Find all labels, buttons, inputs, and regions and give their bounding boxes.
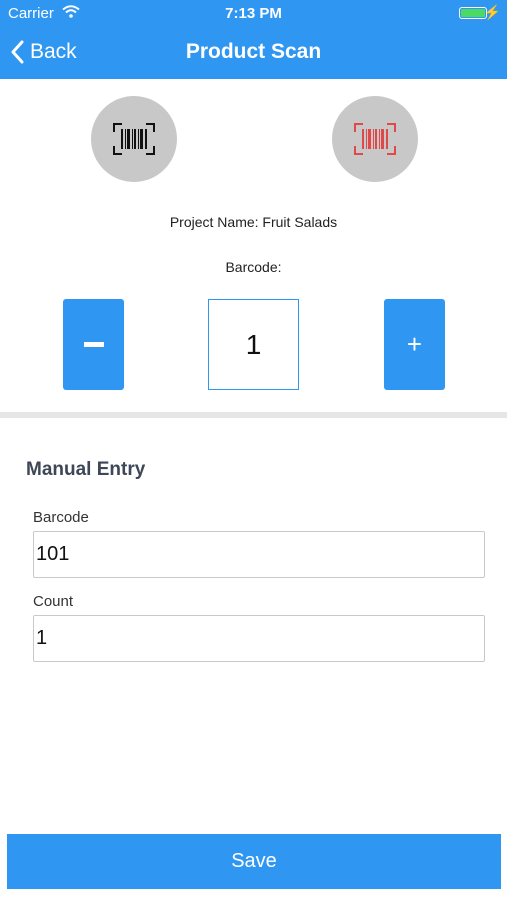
minus-icon [83,341,104,347]
nav-bar: Back Product Scan [0,26,507,79]
barcode-label: Barcode: [225,259,282,275]
manual-entry-title: Manual Entry [26,459,146,480]
barcode-scan-red-icon [354,123,396,155]
page-title: Product Scan [185,40,322,63]
increment-button[interactable]: + [384,299,445,390]
count-input[interactable] [33,615,485,662]
quantity-display[interactable]: 1 [208,299,299,390]
section-divider [0,412,507,418]
barcode-input[interactable] [33,531,485,578]
save-button[interactable]: Save [7,834,501,889]
barcode-field-label: Barcode [33,509,89,526]
scan-barcode-alt-button[interactable] [332,96,418,182]
count-field-label: Count [33,593,74,610]
scan-barcode-button[interactable] [91,96,177,182]
status-bar: Carrier 7:13 PM ⚡ [0,0,507,26]
decrement-button[interactable] [63,299,124,390]
charging-icon: ⚡ [483,4,501,20]
barcode-scan-icon [113,123,155,155]
status-time: 7:13 PM [225,5,282,22]
project-name-label: Project Name: Fruit Salads [169,214,338,230]
